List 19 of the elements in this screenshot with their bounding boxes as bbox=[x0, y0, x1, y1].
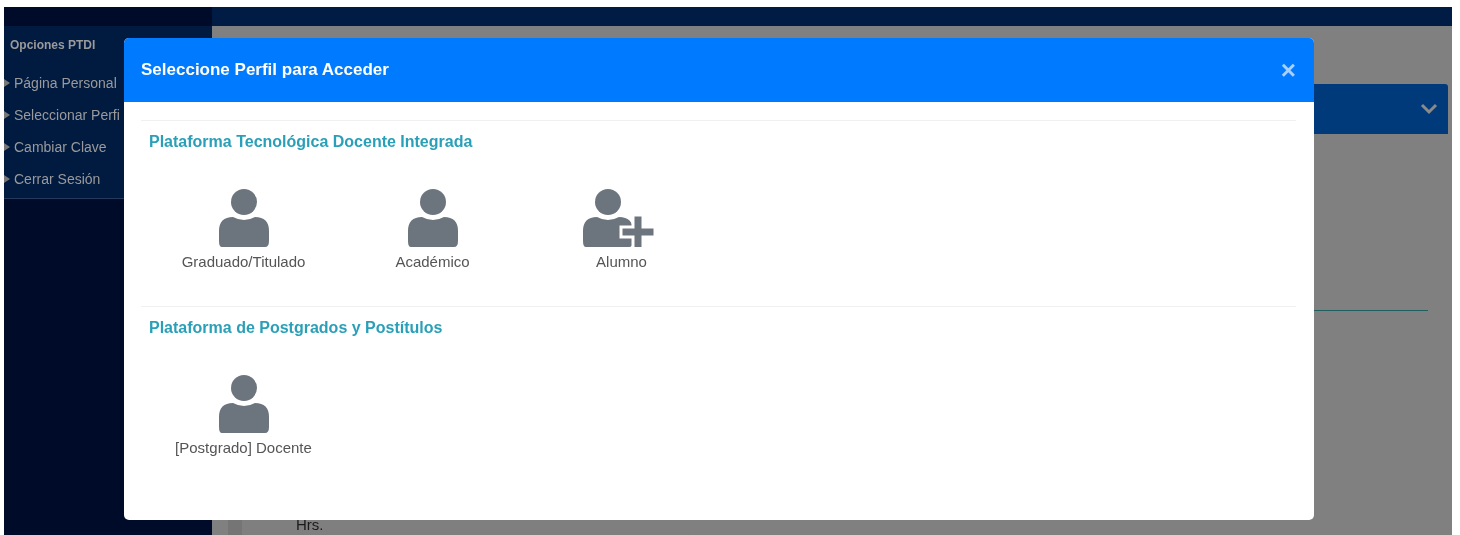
user-icon bbox=[218, 375, 269, 433]
user-icon bbox=[218, 189, 269, 247]
bullet-icon bbox=[4, 175, 10, 183]
profile-option[interactable]: [Postgrado] Docente bbox=[149, 375, 338, 456]
sidebar-title: Opciones PTDI bbox=[9, 38, 97, 54]
sidebar-item[interactable]: Cerrar Sesión bbox=[4, 168, 212, 190]
chevron-down-icon[interactable] bbox=[1420, 103, 1438, 115]
bullet-icon bbox=[4, 143, 10, 151]
profile-option[interactable]: Graduado/Titulado bbox=[149, 189, 338, 270]
bullet-icon bbox=[4, 79, 10, 87]
user-icon bbox=[407, 189, 458, 247]
section-title: Plataforma Tecnológica Docente Integrada bbox=[149, 133, 474, 151]
sidebar-item[interactable]: Seleccionar Perfi bbox=[4, 104, 212, 126]
profile-option[interactable]: Académico bbox=[338, 189, 527, 270]
card-text: Hrs. bbox=[296, 516, 324, 535]
dialog-title: Seleccione Perfil para Acceder bbox=[141, 60, 389, 80]
section-title: Plataforma de Postgrados y Postítulos bbox=[149, 319, 444, 337]
bullet-icon bbox=[4, 111, 10, 119]
profile-option[interactable]: Alumno bbox=[527, 189, 716, 270]
